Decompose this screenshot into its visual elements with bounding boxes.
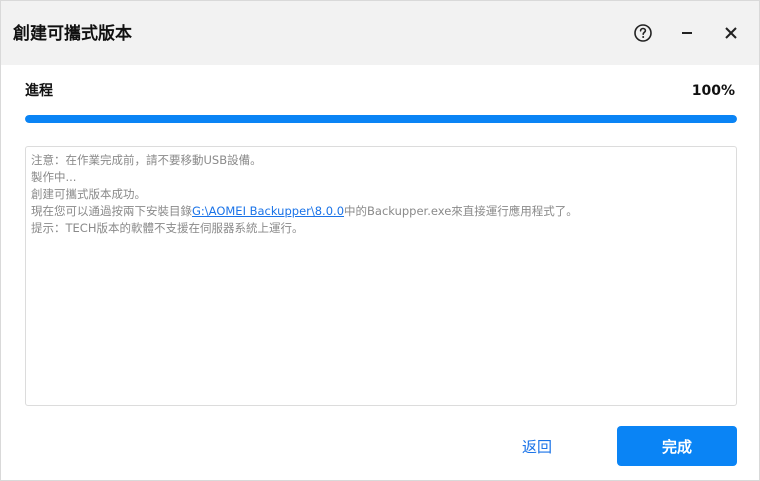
log-line: 提示：TECH版本的軟體不支援在伺服器系統上運行。 — [31, 221, 304, 235]
log-text: 現在您可以通過按兩下安裝目錄 — [31, 204, 192, 218]
finish-button[interactable]: 完成 — [617, 426, 737, 466]
progress-percent: 100% — [691, 83, 735, 99]
log-line: 注意：在作業完成前，請不要移動USB設備。 — [31, 153, 262, 167]
portable-version-dialog: 創建可攜式版本 進程 100% 注意：在作業完成前，請不要移動USB設備。 製作 — [0, 0, 760, 481]
log-line: 創建可攜式版本成功。 — [31, 187, 146, 201]
minimize-button[interactable] — [672, 18, 702, 48]
title-bar: 創建可攜式版本 — [1, 1, 759, 65]
dialog-title: 創建可攜式版本 — [13, 24, 132, 44]
progress-bar-fill — [25, 115, 737, 123]
close-icon — [725, 27, 737, 39]
back-button[interactable]: 返回 — [497, 426, 577, 466]
progress-bar — [25, 115, 737, 123]
install-directory-link[interactable]: G:\AOMEI Backupper\8.0.0 — [192, 204, 344, 218]
log-line-install-path: 現在您可以通過按兩下安裝目錄G:\AOMEI Backupper\8.0.0中的… — [31, 203, 731, 220]
help-circle-icon — [634, 24, 652, 42]
close-button[interactable] — [716, 18, 746, 48]
log-line: 製作中... — [31, 170, 77, 184]
minimize-icon — [682, 32, 692, 34]
progress-label: 進程 — [25, 83, 53, 99]
help-button[interactable] — [628, 18, 658, 48]
log-text: 中的Backupper.exe來直接運行應用程式了。 — [344, 204, 578, 218]
log-output[interactable]: 注意：在作業完成前，請不要移動USB設備。 製作中... 創建可攜式版本成功。 … — [25, 146, 737, 406]
